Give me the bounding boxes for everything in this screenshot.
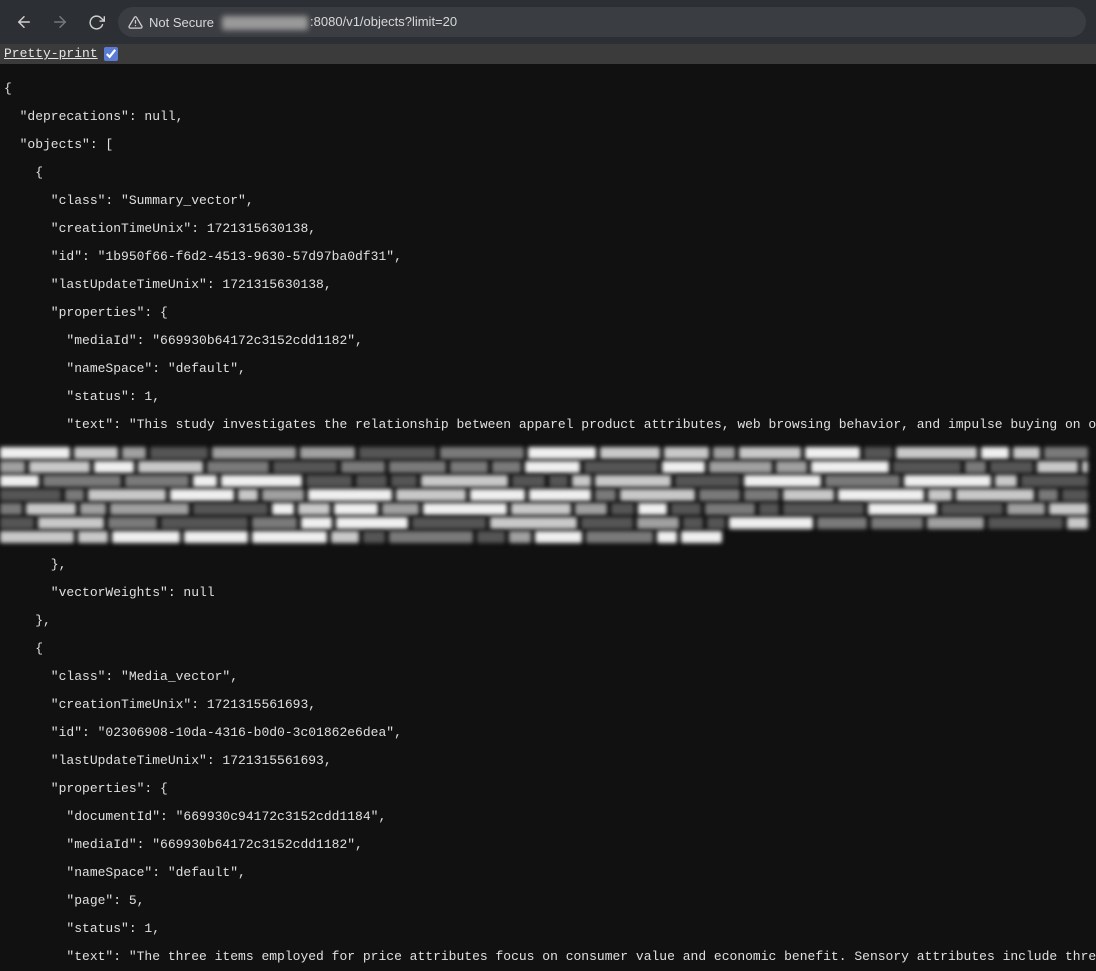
json-line: "documentId": "669930c94172c3152cdd1184"… bbox=[4, 809, 386, 824]
json-line: "status": 1, bbox=[4, 921, 160, 936]
back-button[interactable] bbox=[10, 8, 38, 36]
json-line: "lastUpdateTimeUnix": 1721315630138, bbox=[4, 277, 332, 292]
json-line: "class": "Summary_vector", bbox=[4, 193, 254, 208]
json-line: "deprecations": null, bbox=[4, 109, 183, 124]
security-status[interactable]: Not Secure bbox=[128, 15, 214, 30]
json-line: "status": 1, bbox=[4, 389, 160, 404]
obscured-text-block bbox=[0, 446, 1092, 544]
json-line: { bbox=[4, 81, 12, 96]
arrow-left-icon bbox=[15, 13, 33, 31]
json-line: "lastUpdateTimeUnix": 1721315561693, bbox=[4, 753, 332, 768]
json-line: "properties": { bbox=[4, 781, 168, 796]
json-line: { bbox=[4, 641, 43, 656]
json-line: }, bbox=[4, 613, 51, 628]
browser-toolbar: Not Secure :8080/v1/objects?limit=20 bbox=[0, 0, 1096, 44]
json-line: "nameSpace": "default", bbox=[4, 361, 246, 376]
address-bar[interactable]: Not Secure :8080/v1/objects?limit=20 bbox=[118, 7, 1086, 37]
pretty-print-checkbox[interactable] bbox=[104, 47, 118, 61]
reload-button[interactable] bbox=[82, 8, 110, 36]
arrow-right-icon bbox=[51, 13, 69, 31]
warning-triangle-icon bbox=[128, 15, 143, 30]
json-line: "mediaId": "669930b64172c3152cdd1182", bbox=[4, 837, 363, 852]
json-line: "class": "Media_vector", bbox=[4, 669, 238, 684]
json-line: "nameSpace": "default", bbox=[4, 865, 246, 880]
pretty-print-bar: Pretty-print bbox=[0, 44, 1096, 64]
json-line: { bbox=[4, 165, 43, 180]
forward-button[interactable] bbox=[46, 8, 74, 36]
json-line: "objects": [ bbox=[4, 137, 113, 152]
json-line: "properties": { bbox=[4, 305, 168, 320]
json-line: "vectorWeights": null bbox=[4, 585, 215, 600]
json-line: "text": "The three items employed for pr… bbox=[4, 949, 1096, 964]
reload-icon bbox=[88, 14, 105, 31]
json-line: "id": "1b950f66-f6d2-4513-9630-57d97ba0d… bbox=[4, 249, 402, 264]
json-line: "id": "02306908-10da-4316-b0d0-3c01862e6… bbox=[4, 725, 402, 740]
json-line: "creationTimeUnix": 1721315630138, bbox=[4, 221, 316, 236]
url-suffix: :8080/v1/objects?limit=20 bbox=[310, 14, 457, 29]
json-line: "text": "This study investigates the rel… bbox=[4, 417, 1096, 432]
json-viewer: { "deprecations": null, "objects": [ { "… bbox=[0, 64, 1096, 971]
json-line: "creationTimeUnix": 1721315561693, bbox=[4, 697, 316, 712]
json-line: "page": 5, bbox=[4, 893, 144, 908]
not-secure-label: Not Secure bbox=[149, 15, 214, 30]
pretty-print-label: Pretty-print bbox=[4, 46, 98, 61]
url-host-blurred bbox=[222, 16, 308, 30]
url-text: :8080/v1/objects?limit=20 bbox=[222, 14, 457, 30]
json-line: "mediaId": "669930b64172c3152cdd1182", bbox=[4, 333, 363, 348]
json-line: }, bbox=[4, 557, 66, 572]
